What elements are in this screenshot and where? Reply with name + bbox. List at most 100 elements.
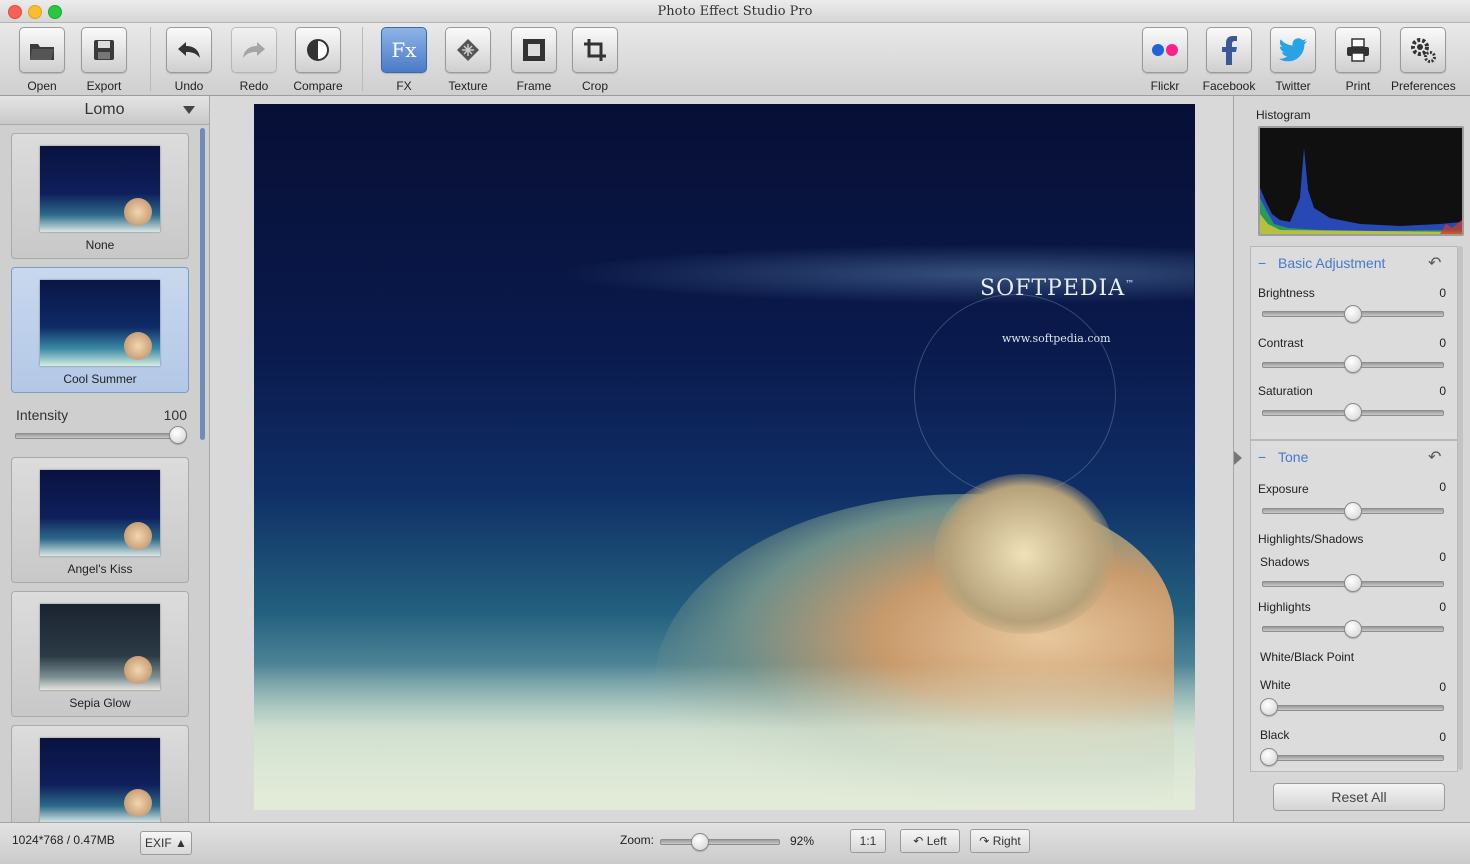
frame-button[interactable]: Frame — [502, 27, 566, 93]
presets-scrollbar[interactable] — [200, 128, 205, 440]
contrast-slider-knob[interactable] — [1344, 355, 1362, 373]
fx-button[interactable]: Fx FX — [372, 27, 436, 93]
facebook-icon — [1206, 27, 1252, 73]
compare-icon — [295, 27, 341, 73]
preset-cool-summer[interactable]: Cool Summer — [11, 267, 189, 393]
crop-label: Crop — [581, 79, 608, 93]
reset-all-button[interactable]: Reset All — [1273, 783, 1445, 811]
photo-brand-mark: ™ — [1125, 279, 1136, 290]
preset-sepia-glow[interactable]: Sepia Glow — [11, 591, 189, 717]
flickr-button[interactable]: Flickr — [1133, 27, 1197, 93]
preset-category-label: Lomo — [84, 101, 125, 118]
crop-button[interactable]: Crop — [563, 27, 627, 93]
intensity-slider-knob[interactable] — [169, 426, 187, 444]
exif-button[interactable]: EXIF ▲ — [140, 831, 192, 855]
open-button[interactable]: Open — [10, 27, 74, 93]
rotate-right-icon: ↷ — [979, 834, 990, 848]
undo-arrow-icon — [166, 27, 212, 73]
basic-adjustment-title[interactable]: Basic Adjustment — [1278, 255, 1385, 271]
collapse-dash-icon[interactable]: − — [1258, 255, 1266, 271]
presets-sidebar: Lomo None Cool Summer Intensity 100 Ange… — [0, 96, 210, 823]
actual-size-button[interactable]: 1:1 — [850, 829, 886, 853]
highlights-slider-knob[interactable] — [1344, 620, 1362, 638]
redo-button[interactable]: Redo — [222, 27, 286, 93]
zoom-value: 92% — [790, 834, 815, 848]
twitter-label: Twitter — [1275, 79, 1311, 93]
facebook-label: Facebook — [1202, 79, 1256, 93]
flickr-label: Flickr — [1150, 79, 1180, 93]
preset-item[interactable] — [11, 725, 189, 823]
shadows-slider-knob[interactable] — [1344, 574, 1362, 592]
preset-thumbnail — [40, 738, 160, 823]
texture-button[interactable]: Texture — [436, 27, 500, 93]
preset-thumbnail — [40, 146, 160, 232]
histogram-label: Histogram — [1256, 108, 1311, 122]
preset-label: None — [85, 238, 115, 252]
gears-icon — [1400, 27, 1446, 73]
white-black-point-label: White/Black Point — [1260, 650, 1355, 664]
preset-category-dropdown[interactable]: Lomo — [0, 96, 209, 125]
rotate-left-icon: ↶ — [913, 834, 924, 848]
flickr-icon — [1142, 27, 1188, 73]
brightness-label: Brightness — [1258, 286, 1315, 300]
black-label: Black — [1260, 728, 1290, 742]
brightness-value: 0 — [1439, 286, 1446, 300]
saturation-slider-knob[interactable] — [1344, 403, 1362, 421]
reset-section-icon[interactable]: ↶ — [1428, 253, 1441, 273]
shadows-value: 0 — [1439, 550, 1446, 564]
texture-label: Texture — [448, 79, 488, 93]
highlights-label: Highlights — [1258, 600, 1311, 614]
exposure-slider-knob[interactable] — [1344, 502, 1362, 520]
zoom-label: Zoom: — [620, 833, 655, 847]
white-label: White — [1260, 678, 1291, 692]
print-button[interactable]: Print — [1326, 27, 1390, 93]
exposure-label: Exposure — [1258, 482, 1309, 496]
texture-icon — [445, 27, 491, 73]
contrast-label: Contrast — [1258, 336, 1304, 350]
twitter-button[interactable]: Twitter — [1261, 27, 1325, 93]
zoom-slider[interactable] — [660, 839, 780, 845]
preset-label: Angel's Kiss — [67, 562, 133, 576]
brightness-slider-knob[interactable] — [1344, 305, 1362, 323]
preset-thumbnail — [40, 604, 160, 690]
preset-thumbnail — [40, 470, 160, 556]
preset-label: Cool Summer — [63, 372, 137, 386]
collapse-panel-arrow-icon[interactable] — [1234, 451, 1242, 465]
collapse-dash-icon[interactable]: − — [1258, 449, 1266, 465]
tone-title[interactable]: Tone — [1278, 449, 1308, 465]
export-button[interactable]: Export — [72, 27, 136, 93]
photo-foam — [254, 664, 1195, 810]
black-point-slider[interactable] — [1262, 755, 1444, 761]
preset-thumbnail — [40, 280, 160, 366]
preset-none[interactable]: None — [11, 133, 189, 259]
floppy-disk-icon — [81, 27, 127, 73]
reset-section-icon[interactable]: ↶ — [1428, 447, 1441, 467]
black-point-slider-knob[interactable] — [1260, 748, 1278, 766]
white-point-slider[interactable] — [1262, 705, 1444, 711]
photo-url-text: www.softpedia.com — [1002, 332, 1111, 345]
open-label: Open — [27, 79, 57, 93]
redo-label: Redo — [239, 79, 269, 93]
rotate-right-button[interactable]: ↷ Right — [970, 829, 1030, 853]
shadows-label: Shadows — [1260, 555, 1310, 569]
photo-canvas[interactable]: SOFTPEDIA™ www.softpedia.com — [254, 104, 1195, 810]
white-point-slider-knob[interactable] — [1260, 698, 1278, 716]
zoom-slider-knob[interactable] — [690, 833, 709, 851]
preferences-button[interactable]: Preferences — [1391, 27, 1456, 93]
undo-button[interactable]: Undo — [157, 27, 221, 93]
crop-icon — [572, 27, 618, 73]
rotate-left-button[interactable]: ↶ Left — [900, 829, 960, 853]
intensity-slider[interactable] — [15, 433, 187, 439]
undo-label: Undo — [174, 79, 204, 93]
black-value: 0 — [1439, 730, 1446, 744]
photo-arc — [914, 294, 1116, 496]
fx-label: FX — [396, 79, 412, 93]
preset-angels-kiss[interactable]: Angel's Kiss — [11, 457, 189, 583]
adjustments-scrollbar[interactable] — [1458, 246, 1463, 770]
dropdown-triangle-icon — [183, 106, 195, 114]
folder-icon — [19, 27, 65, 73]
facebook-button[interactable]: Facebook — [1197, 27, 1261, 93]
compare-button[interactable]: Compare — [286, 27, 350, 93]
toolbar: Open Export Undo Redo Compare Fx FX Text… — [0, 23, 1470, 96]
intensity-value: 100 — [163, 407, 187, 423]
